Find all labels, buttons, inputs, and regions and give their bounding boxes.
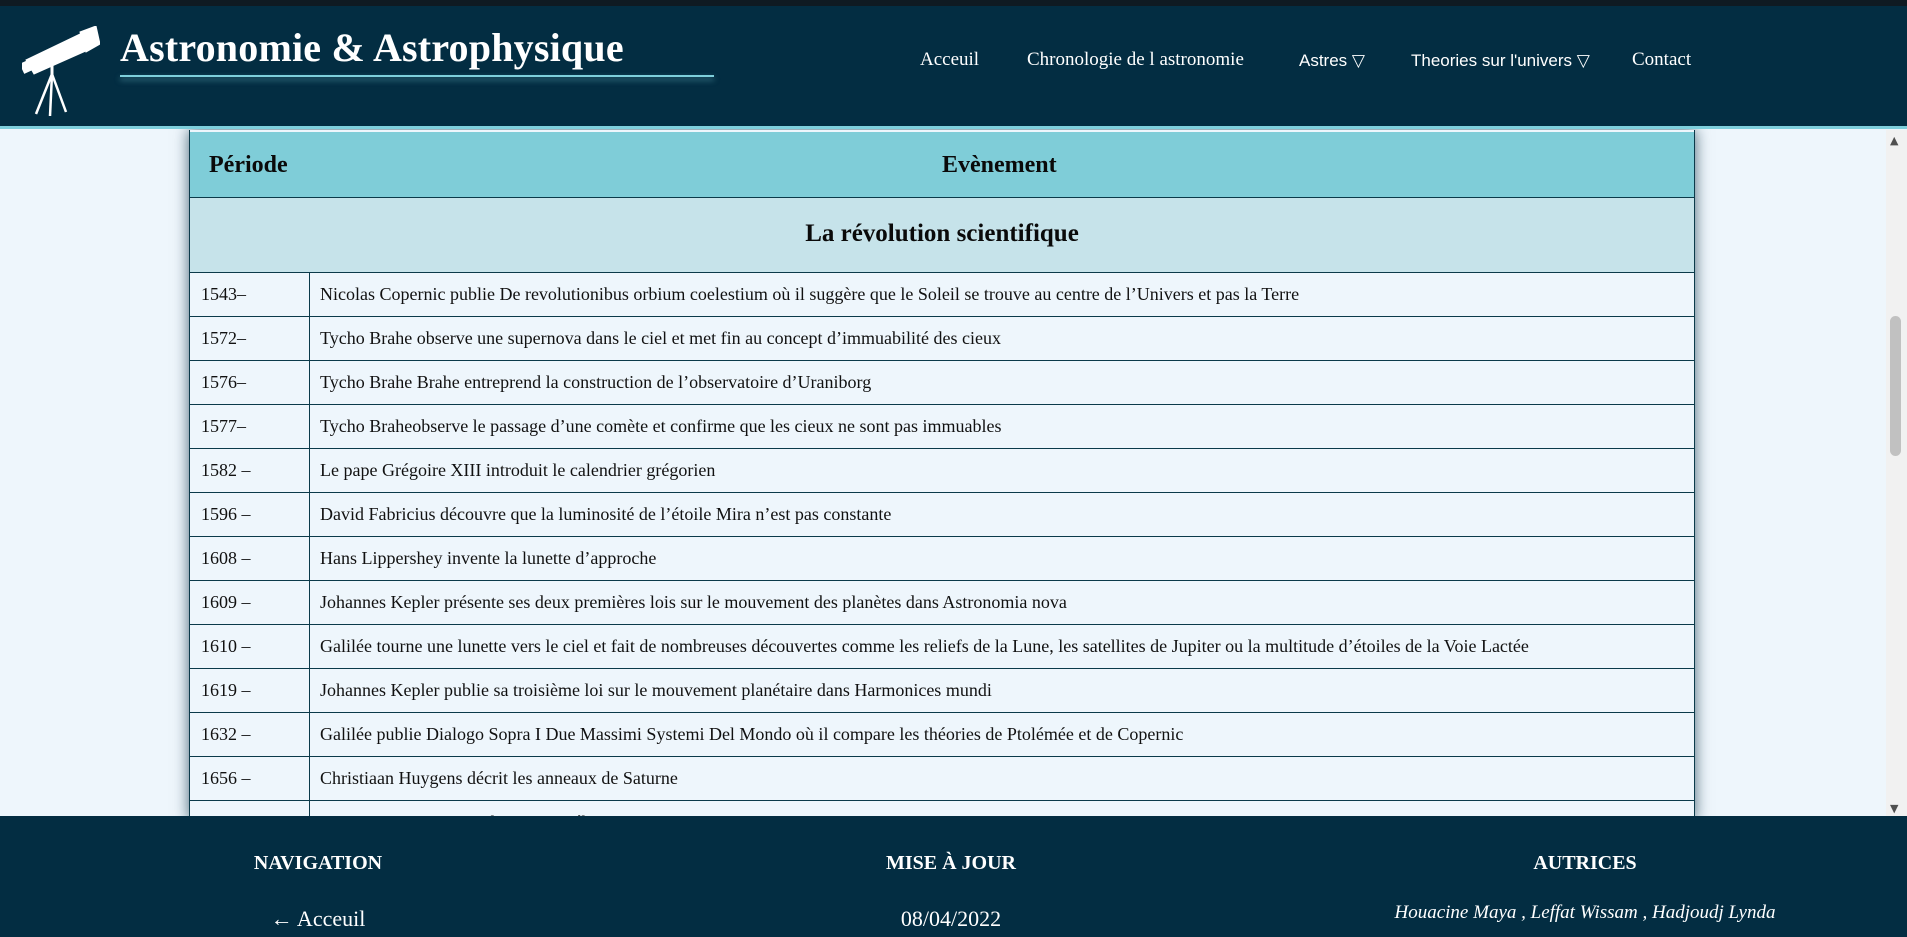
footer-home-link[interactable]: ← Acceuil <box>218 906 418 932</box>
page-viewport: Astronomie & Astrophysique Acceuil Chron… <box>0 6 1907 937</box>
table-row: 1619 – Johannes Kepler publie sa troisièm… <box>189 669 1695 713</box>
table-row: 1582 – Le pape Grégoire XIII introduit le… <box>189 449 1695 493</box>
row-event: Tycho Braheobserve le passage d’une comè… <box>320 416 1002 436</box>
row-date: 1543– <box>201 284 246 304</box>
nav-item-chronologie[interactable]: Chronologie de l astronomie <box>1027 49 1244 71</box>
row-event: Tycho Brahe observe une supernova dans l… <box>320 328 1002 348</box>
column-divider <box>309 625 310 668</box>
row-event: Hans Lippershey invente la lunette d’app… <box>320 548 657 568</box>
row-event: Johannes Kepler publie sa troisième loi … <box>320 680 992 700</box>
footer-authors: Houacine Maya , Leffat Wissam , Hadjoudj… <box>1394 902 1776 923</box>
section-title: La révolution scientifique <box>805 220 1079 247</box>
row-event: Le pape Grégoire XIII introduit le calen… <box>320 460 716 480</box>
footer-update-date: 08/04/2022 <box>900 906 1002 931</box>
column-divider <box>309 537 310 580</box>
row-date: 1576– <box>201 372 246 392</box>
table-row: 1656 – Christiaan Huygens décrit les anne… <box>189 757 1695 801</box>
table-row: 1572– Tycho Brahe observe une supernova d… <box>189 317 1695 361</box>
nav-item-contact[interactable]: Contact <box>1632 49 1691 71</box>
row-event: Tycho Brahe Brahe entreprend la construc… <box>320 372 872 392</box>
site-footer: NAVIGATION ← Acceuil MISE À JOUR 08/04/2… <box>0 816 1907 937</box>
table-row: 1608 – Hans Lippershey invente la lunette… <box>189 537 1695 581</box>
row-event: Galilée publie Dialogo Sopra I Due Massi… <box>320 724 1184 744</box>
nav-item-theories[interactable]: Theories sur l'univers ▽ <box>1411 51 1590 71</box>
column-divider <box>309 713 310 756</box>
column-divider <box>309 581 310 624</box>
column-divider <box>309 449 310 492</box>
title-underline <box>120 75 714 77</box>
table-row: 1632 – Galilée publie Dialogo Sopra I Due… <box>189 713 1695 757</box>
table-row: 1576– Tycho Brahe Brahe entreprend la con… <box>189 361 1695 405</box>
table-row: 1543– Nicolas Copernic publie De revoluti… <box>189 273 1695 317</box>
row-event: Christiaan Huygens décrit les anneaux de… <box>320 768 678 788</box>
column-divider <box>309 757 310 800</box>
column-divider <box>309 361 310 404</box>
row-date: 1610 – <box>201 636 251 656</box>
row-event: Nicolas Copernic publie De revolutionibu… <box>320 284 1300 304</box>
row-event: Johannes Kepler présente ses deux premiè… <box>320 592 1067 612</box>
footer-authors-heading: AUTRICES <box>1533 852 1637 874</box>
footer-update-heading: MISE À JOUR <box>885 852 1016 874</box>
table-row: 1610 – Galilée tourne une lunette vers le… <box>189 625 1695 669</box>
nav-item-astres[interactable]: Astres ▽ <box>1299 51 1365 71</box>
table-header-row: Période Evènement <box>189 132 1695 198</box>
table-row: 1609 – Johannes Kepler présente ses deux … <box>189 581 1695 625</box>
chevron-down-icon[interactable]: ▼ <box>1890 802 1898 815</box>
row-date: 1572– <box>201 328 246 348</box>
telescope-icon <box>22 26 100 116</box>
row-event: David Fabricius découvre que la luminosi… <box>320 504 892 524</box>
row-date: 1608 – <box>201 548 251 568</box>
column-divider <box>309 493 310 536</box>
header-event: Evènement <box>942 152 1057 178</box>
row-date: 1596 – <box>201 504 251 524</box>
row-date: 1582 – <box>201 460 251 480</box>
table-row: 1577– Tycho Braheobserve le passage d’une… <box>189 405 1695 449</box>
chevron-up-icon[interactable]: ▲ <box>1890 134 1898 147</box>
row-date: 1656 – <box>201 768 251 788</box>
site-header: Astronomie & Astrophysique Acceuil Chron… <box>0 6 1907 129</box>
row-date: 1632 – <box>201 724 251 744</box>
nav-item-acceuil[interactable]: Acceuil <box>920 49 979 71</box>
row-date: 1619 – <box>201 680 251 700</box>
row-date: 1609 – <box>201 592 251 612</box>
scrollbar-thumb[interactable] <box>1890 316 1901 456</box>
table-row: 1596 – David Fabricius découvre que la lu… <box>189 493 1695 537</box>
column-divider <box>309 317 310 360</box>
header-period: Période <box>209 152 288 178</box>
row-date: 1577– <box>201 416 246 436</box>
footer-navigation-heading: NAVIGATION <box>253 852 383 874</box>
page-scrollbar[interactable]: ▲ ▼ <box>1886 130 1907 820</box>
table-body: 1543– Nicolas Copernic publie De revoluti… <box>189 273 1695 820</box>
site-title: Astronomie & Astrophysique <box>120 25 624 70</box>
chronology-table: Période Evènement La révolution scientif… <box>189 130 1695 820</box>
section-row: La révolution scientifique <box>189 198 1695 273</box>
column-divider <box>309 405 310 448</box>
row-event: Galilée tourne une lunette vers le ciel … <box>320 636 1529 656</box>
column-divider <box>309 669 310 712</box>
column-divider <box>309 273 310 316</box>
